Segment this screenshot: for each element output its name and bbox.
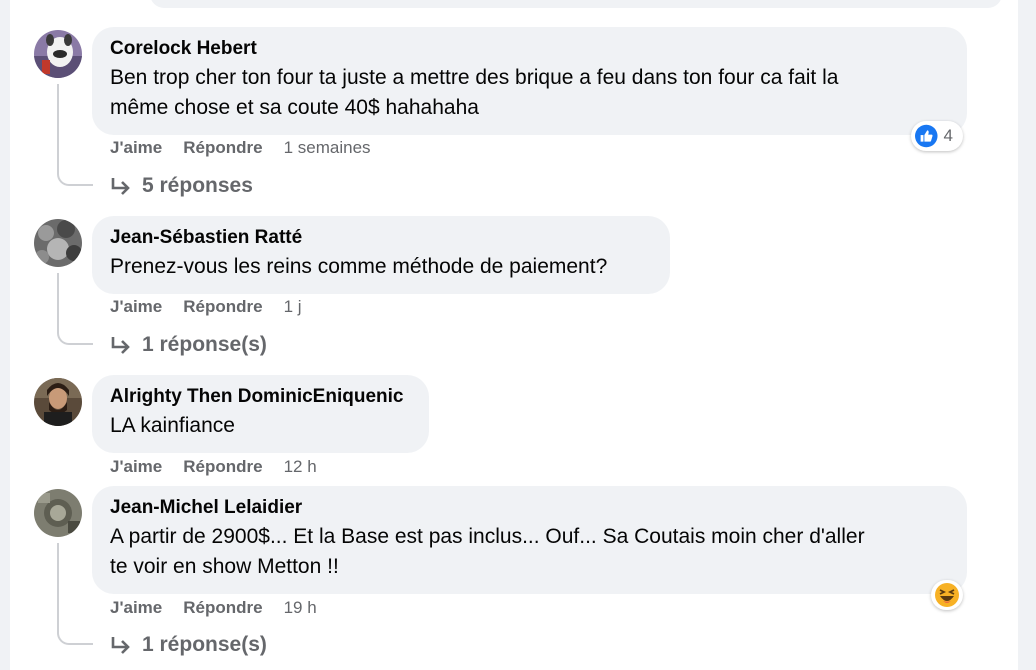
view-replies-button[interactable]: 1 réponse(s)	[110, 632, 267, 658]
thread-line	[57, 543, 59, 631]
like-button[interactable]: J'aime	[110, 297, 162, 316]
comment-actions: J'aime Répondre 19 h	[110, 596, 317, 620]
view-replies-button[interactable]: 1 réponse(s)	[110, 332, 267, 358]
comment-bubble: Jean-Sébastien Ratté Prenez-vous les rei…	[92, 216, 670, 294]
comment-text-line: Ben trop cher ton four ta juste a mettre…	[110, 66, 839, 89]
reaction-summary[interactable]: 4	[911, 121, 963, 151]
comment-text-line: te voir en show Metton !!	[110, 555, 339, 578]
comment-author[interactable]: Jean-Michel Lelaidier	[110, 497, 949, 519]
comment-text-line: LA kainfiance	[110, 414, 235, 437]
thread-line	[57, 273, 59, 331]
reply-button[interactable]: Répondre	[183, 138, 262, 157]
comment-bubble: Jean-Michel Lelaidier A partir de 2900$.…	[92, 486, 967, 594]
avatar[interactable]	[34, 30, 82, 78]
thread-connector	[57, 172, 93, 186]
view-replies-button[interactable]: 5 réponses	[110, 173, 253, 199]
reply-arrow-icon	[111, 637, 130, 655]
comment-text: Prenez-vous les reins comme méthode de p…	[110, 252, 652, 282]
comment-timestamp[interactable]: 1 semaines	[284, 138, 371, 157]
reaction-count: 4	[943, 126, 953, 145]
thread-connector	[57, 331, 93, 345]
reply-button[interactable]: Répondre	[183, 297, 262, 316]
thread-connector	[57, 631, 93, 645]
like-reaction-icon	[915, 124, 938, 148]
previous-comment-bubble	[150, 0, 1002, 8]
avatar[interactable]	[34, 489, 82, 537]
comment-text-line: A partir de 2900$... Et la Base est pas …	[110, 525, 865, 548]
reply-button[interactable]: Répondre	[183, 457, 262, 476]
haha-reaction-icon	[935, 583, 959, 607]
comment-actions: J'aime Répondre 1 semaines	[110, 136, 371, 160]
replies-count-label: 1 réponse(s)	[142, 633, 267, 656]
thread-line	[57, 84, 59, 172]
comment-timestamp[interactable]: 12 h	[284, 457, 317, 476]
comment-actions: J'aime Répondre 12 h	[110, 455, 317, 479]
comment-bubble: Corelock Hebert Ben trop cher ton four t…	[92, 27, 967, 135]
comment-text-line: Prenez-vous les reins comme méthode de p…	[110, 255, 608, 278]
comment-text: LA kainfiance	[110, 411, 411, 441]
comment-author[interactable]: Corelock Hebert	[110, 38, 949, 60]
comment-text-line: même chose et sa coute 40$ hahahaha	[110, 96, 479, 119]
comment-author[interactable]: Jean-Sébastien Ratté	[110, 227, 652, 249]
comment-actions: J'aime Répondre 1 j	[110, 295, 302, 319]
avatar[interactable]	[34, 219, 82, 267]
like-button[interactable]: J'aime	[110, 138, 162, 157]
comment-bubble: Alrighty Then DominicEniquenic LA kainfi…	[92, 375, 429, 453]
replies-count-label: 5 réponses	[142, 174, 253, 197]
reply-arrow-icon	[111, 337, 130, 355]
comment-timestamp[interactable]: 19 h	[284, 598, 317, 617]
reply-button[interactable]: Répondre	[183, 598, 262, 617]
replies-count-label: 1 réponse(s)	[142, 333, 267, 356]
like-button[interactable]: J'aime	[110, 457, 162, 476]
comment-text: Ben trop cher ton four ta juste a mettre…	[110, 63, 949, 123]
reaction-summary[interactable]	[931, 580, 963, 610]
comment-text: A partir de 2900$... Et la Base est pas …	[110, 522, 949, 582]
comment-timestamp[interactable]: 1 j	[284, 297, 302, 316]
reply-arrow-icon	[111, 178, 130, 196]
like-button[interactable]: J'aime	[110, 598, 162, 617]
avatar[interactable]	[34, 378, 82, 426]
comment-author[interactable]: Alrighty Then DominicEniquenic	[110, 386, 411, 408]
